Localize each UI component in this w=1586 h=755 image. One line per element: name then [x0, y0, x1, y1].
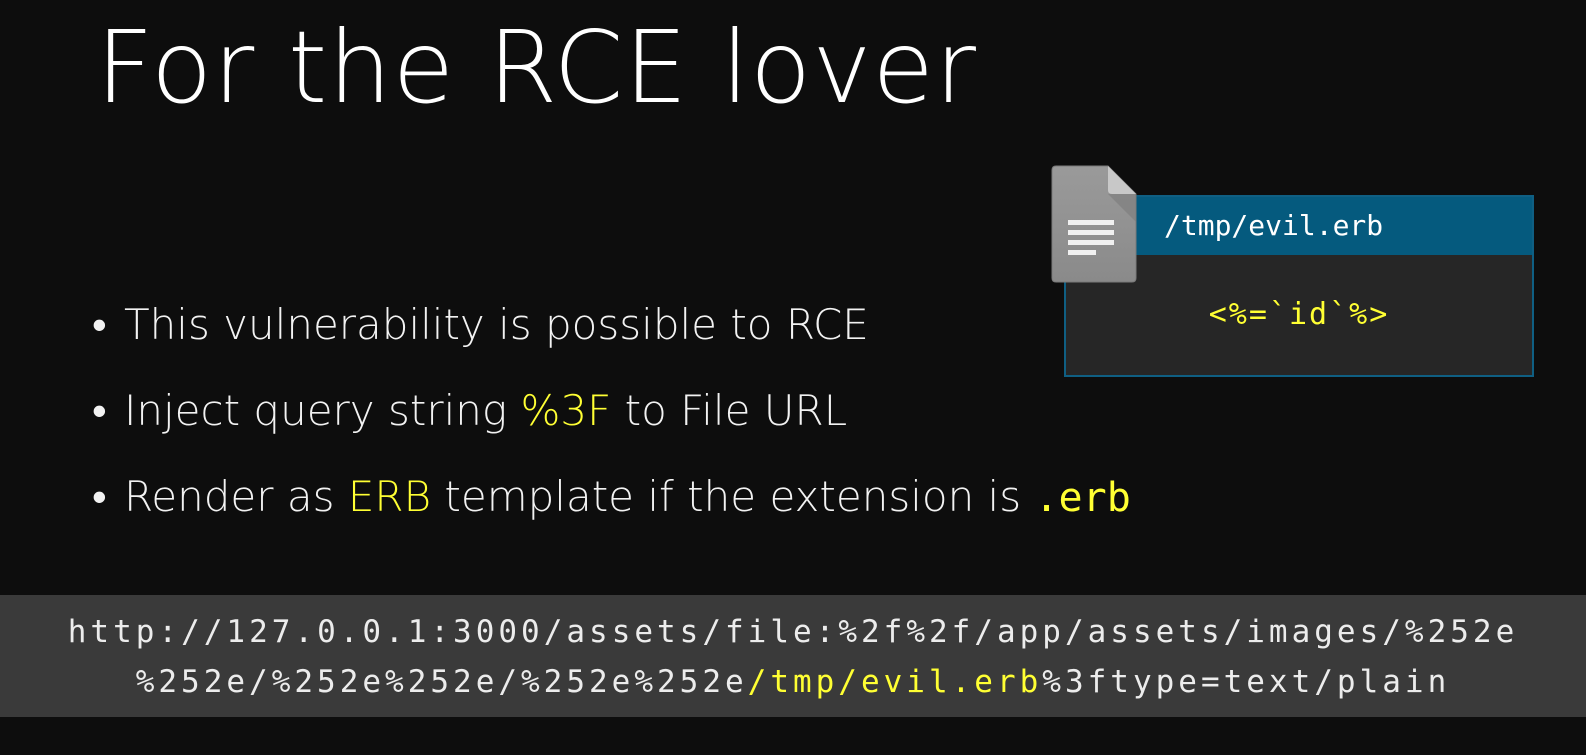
bullet-item-render: • Render as ERB template if the extension… — [92, 454, 1131, 541]
url-line-1: http://127.0.0.1:3000/assets/file:%2f%2f… — [67, 614, 1519, 650]
bullet-text: template if the extension is — [431, 472, 1035, 521]
bullet-text: Inject query string — [124, 386, 521, 435]
bullet-list: • This vulnerability is possible to RCE •… — [92, 282, 1131, 541]
bullet-dot: • — [92, 300, 107, 349]
bullet-item-inject: • Inject query string %3F to File URL — [92, 368, 1131, 454]
bullet-dot: • — [92, 386, 107, 435]
url-line-2: %252e/%252e%252e/%252e%252e/tmp/evil.erb… — [0, 657, 1586, 707]
url-segment: %252e/%252e%252e/%252e%252e — [135, 664, 748, 700]
bullet-item-rce: • This vulnerability is possible to RCE — [92, 282, 1131, 368]
url-segment: %3ftype=text/plain — [1042, 664, 1451, 700]
document-icon — [1051, 165, 1137, 283]
url-bar: http://127.0.0.1:3000/assets/file:%2f%2f… — [0, 595, 1586, 717]
bullet-dot: • — [92, 472, 107, 521]
highlight-text: %3F — [520, 386, 612, 435]
slide-title: For the RCE lover — [96, 9, 978, 126]
bullet-text: Render as — [124, 472, 348, 521]
highlight-code: .erb — [1034, 475, 1131, 521]
url-highlight-segment: /tmp/evil.erb — [747, 664, 1043, 700]
bullet-text: to File URL — [611, 386, 848, 435]
highlight-text: ERB — [347, 472, 432, 521]
bullet-text: This vulnerability is possible to RCE — [124, 300, 869, 349]
